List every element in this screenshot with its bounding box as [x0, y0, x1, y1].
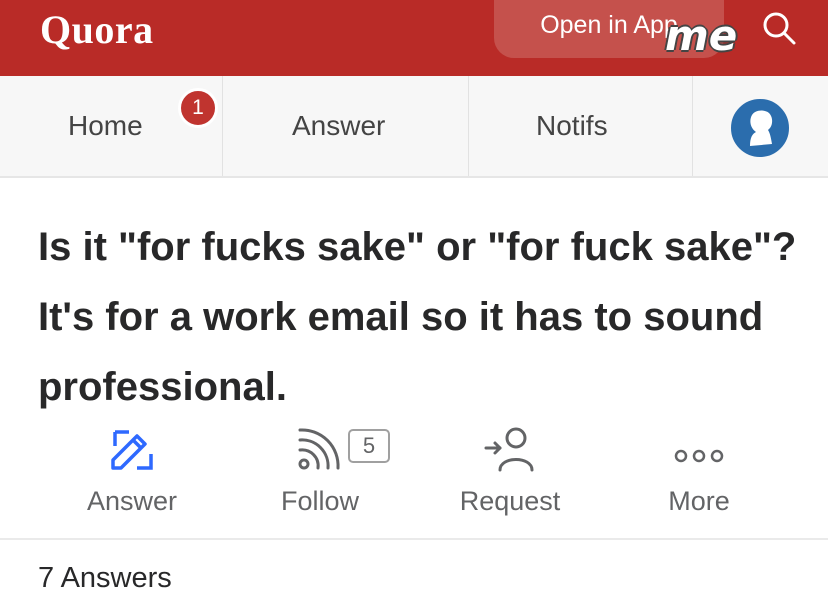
quora-logo[interactable]: Quora [40, 6, 154, 53]
nav-divider [222, 76, 223, 176]
nav-bar: Home Answer Notifs [0, 76, 828, 178]
more-action[interactable]: More [656, 424, 742, 534]
follow-count-badge: 5 [348, 429, 390, 463]
more-dots-icon [674, 449, 724, 463]
rss-icon [298, 428, 340, 470]
nav-divider [468, 76, 469, 176]
answers-count: 7 Answers [38, 562, 172, 594]
question-title[interactable]: Is it "for fucks sake" or "for fuck sake… [38, 212, 798, 422]
nav-divider [692, 76, 693, 176]
answer-action[interactable]: Answer [80, 424, 184, 534]
meme-watermark: me [665, 11, 738, 60]
answer-action-label: Answer [86, 486, 178, 516]
follow-action-label: Follow [280, 486, 360, 516]
nav-home[interactable]: Home [68, 76, 143, 176]
top-bar: Quora Open in App me [0, 0, 828, 76]
request-action-label: Request [459, 486, 561, 516]
notification-badge: 1 [178, 88, 218, 128]
pencil-icon [111, 430, 153, 470]
request-action[interactable]: Request [448, 424, 572, 534]
nav-answer[interactable]: Answer [292, 76, 385, 176]
more-action-label: More [668, 486, 730, 516]
search-icon[interactable] [756, 6, 800, 50]
avatar-icon[interactable] [730, 98, 790, 158]
request-user-icon [484, 427, 534, 472]
section-divider [0, 538, 828, 540]
nav-notifs[interactable]: Notifs [536, 76, 608, 176]
